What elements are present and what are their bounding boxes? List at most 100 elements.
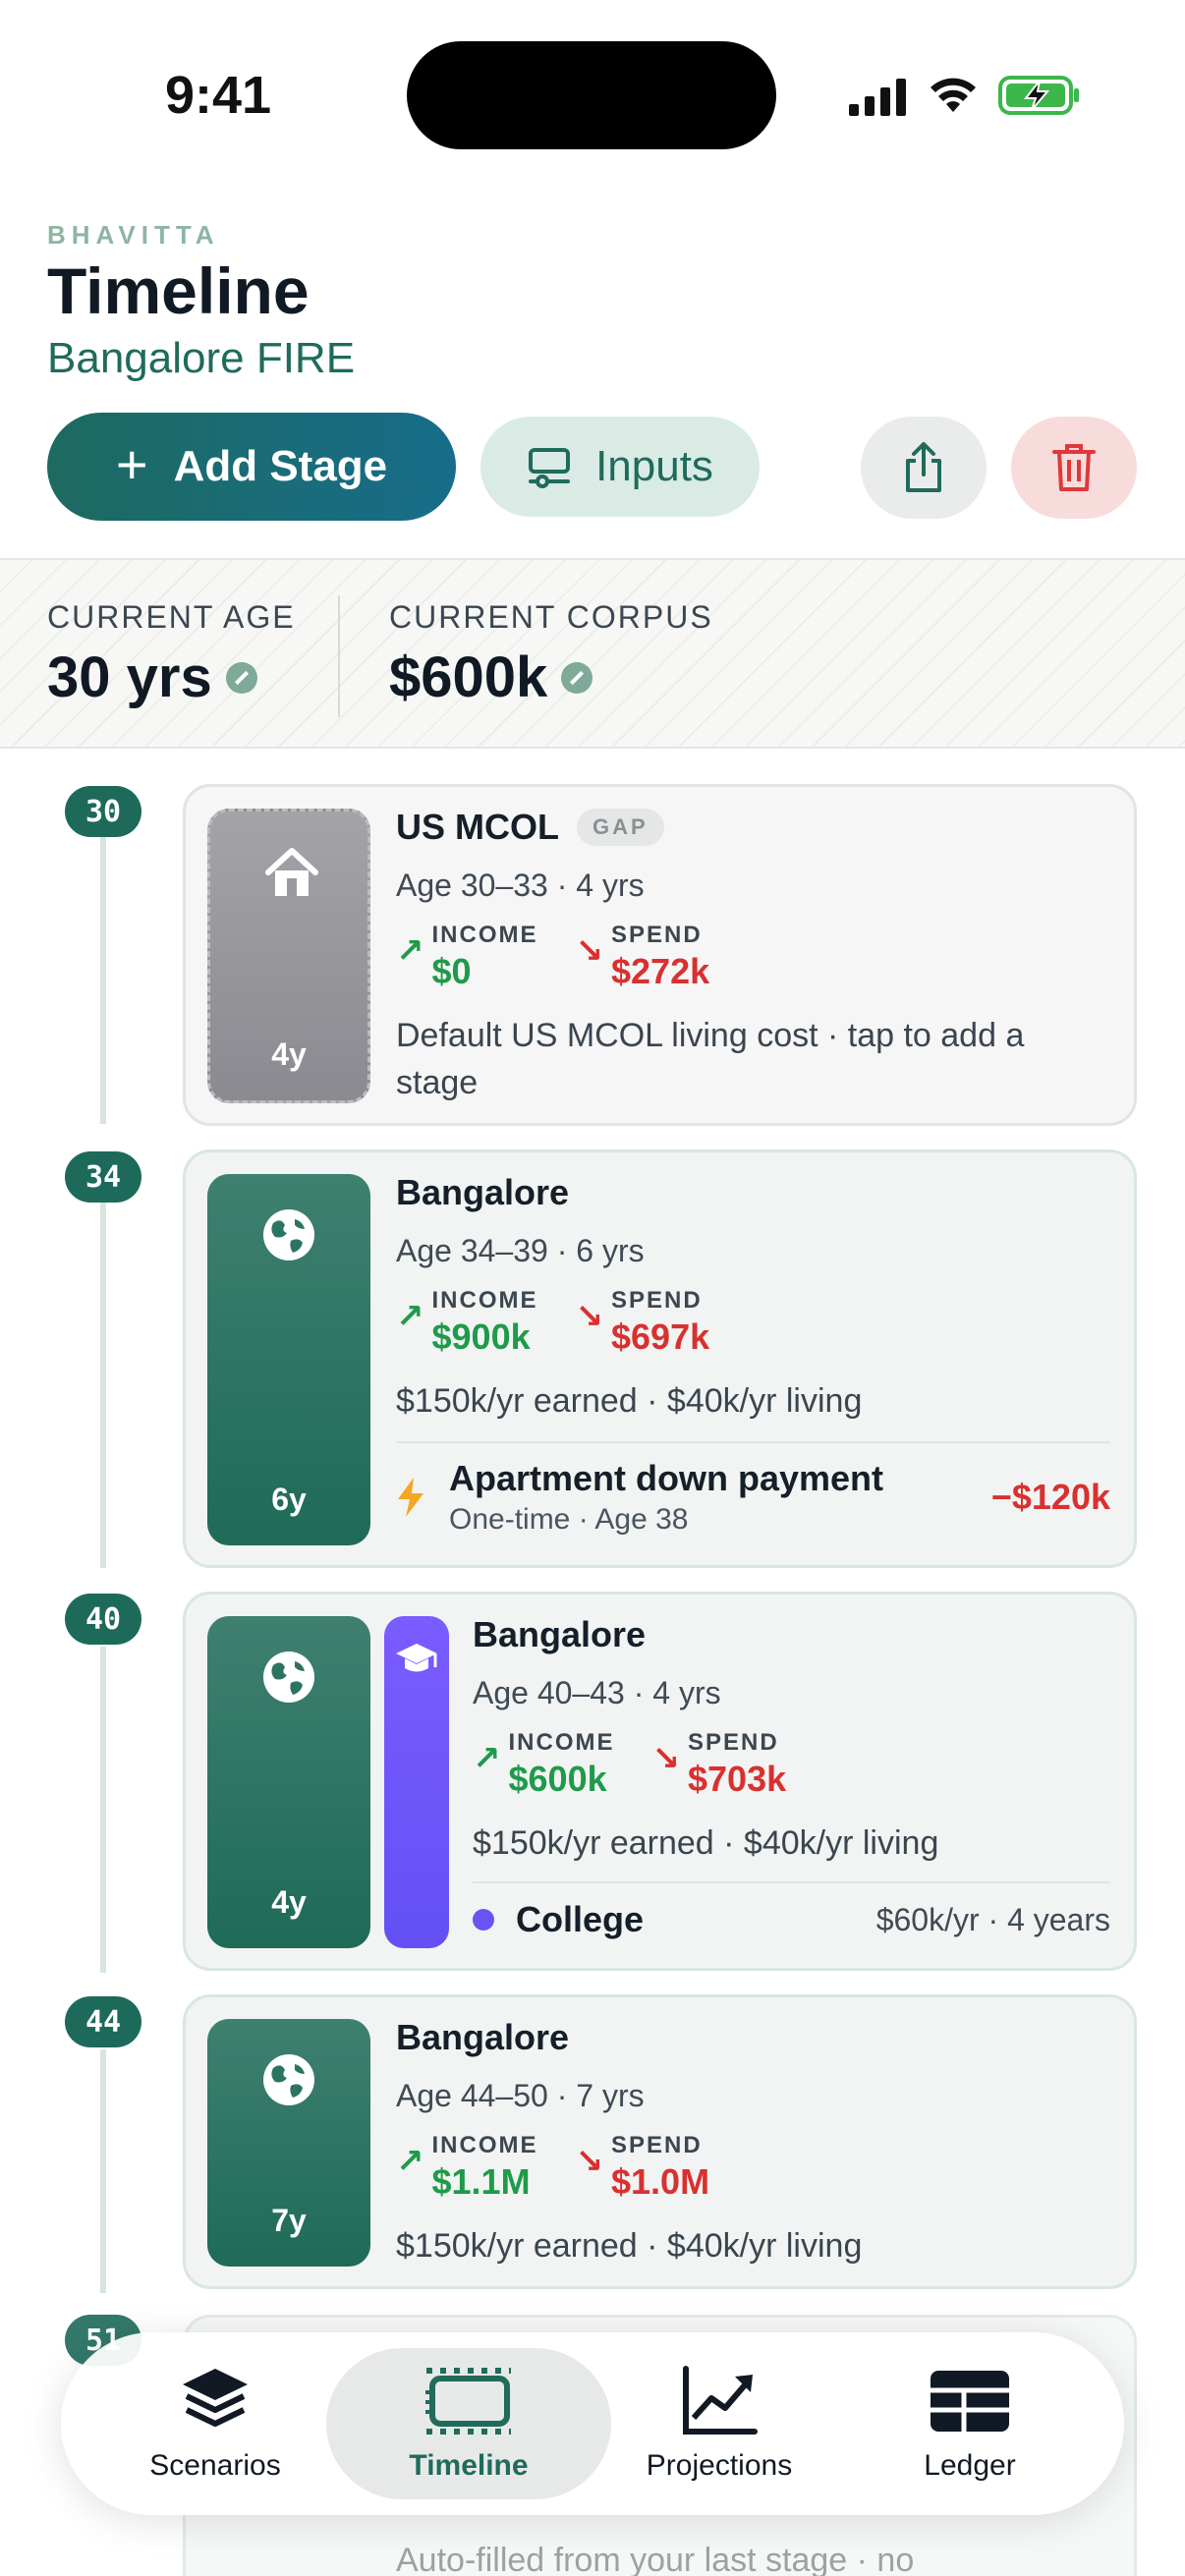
spend-value: $697k [611,1316,710,1357]
stage-duration: 7y [271,2203,307,2238]
timeline-icon [425,2368,511,2435]
timeline-rail [100,2049,106,2293]
stage-description: Auto-filled from your last stage · no [396,2542,915,2576]
stage-age-range: Age 44–50 · 7 yrs [396,2078,645,2113]
stage-description: $150k/yr earned · $40k/yr living [473,1824,939,1862]
gap-badge: GAP [577,809,664,846]
event-amount: −$120k [990,1477,1110,1517]
stage-content: Bangalore Age 34–39 · 6 yrs ↗ INCOME $90… [396,1172,1110,1425]
timeline-rail [100,837,106,1124]
income-label: INCOME [431,2132,538,2158]
stage-content: Bangalore Age 40–43 · 4 yrs ↗ INCOME $60… [473,1614,1110,1867]
wifi-icon [931,78,976,112]
delete-scenario-button[interactable] [1011,417,1137,519]
spend-value: $1.0M [611,2161,710,2202]
spend-value: $703k [688,1759,787,1799]
status-time: 9:41 [165,66,272,125]
event-subtitle: One-time · Age 38 [449,1503,689,1536]
one-time-event-row[interactable]: Apartment down payment One-time · Age 38… [396,1441,1110,1551]
college-dot-icon [473,1909,494,1931]
graduation-cap-icon [396,1644,437,1672]
stage-duration-block: 6y [207,1174,370,1545]
edit-corpus-icon[interactable] [561,661,593,694]
sliders-icon [529,448,571,488]
tab-label: Timeline [409,2449,529,2482]
plus-icon: + [115,432,148,495]
layers-icon [183,2369,248,2427]
stage-name: US MCOL [396,807,559,847]
stage-card[interactable]: 6y Bangalore Age 34–39 · 6 yrs ↗ INCOME … [183,1149,1137,1568]
current-age-stat[interactable]: 30 yrs [47,644,257,710]
add-stage-label: Add Stage [173,442,388,490]
event-meta: $60k/yr · 4 years [875,1901,1110,1937]
bolt-icon [398,1478,423,1517]
income-label: INCOME [431,1287,538,1314]
spend-label: SPEND [688,1729,779,1756]
edit-age-icon[interactable] [225,661,257,694]
scenario-name: Bangalore FIRE [47,334,356,382]
stage-age-range: Age 34–39 · 6 yrs [396,1233,645,1268]
stage-duration-block: 4y [207,1616,370,1948]
spend-label: SPEND [611,1287,703,1314]
globe-icon [263,1209,314,1260]
arrow-up-right-icon: ↗ [473,1740,501,1777]
age-badge: 34 [65,1151,141,1203]
stage-flows: ↗ INCOME $600k ↘ SPEND $703k [473,1729,1110,1802]
stage-duration: 4y [271,1884,307,1920]
income-flow: ↗ INCOME $0 [396,922,538,994]
arrow-down-right-icon: ↘ [575,2143,604,2180]
stage-name-row: US MCOL GAP [396,807,1110,848]
spend-flow: ↘ SPEND $272k [576,922,710,994]
stage-content: Bangalore Age 44–50 · 7 yrs ↗ INCOME $1.… [396,2017,1110,2269]
add-stage-button[interactable]: + Add Stage [47,413,456,521]
table-icon [931,2371,1009,2432]
stage-duration-block: 7y [207,2019,370,2267]
tab-timeline[interactable]: Timeline [343,2332,594,2515]
age-badge: 30 [65,786,141,837]
tab-ledger[interactable]: Ledger [844,2332,1096,2515]
timeline-rail [100,1203,106,1568]
current-corpus-value: $600k [389,645,548,709]
current-age-label: CURRENT AGE [47,599,296,635]
share-button[interactable] [861,417,987,519]
dynamic-island [407,41,776,149]
stage-card[interactable]: 7y Bangalore Age 44–50 · 7 yrs ↗ INCOME … [183,1994,1137,2289]
stage-flows: ↗ INCOME $1.1M ↘ SPEND $1.0M [396,2132,1110,2205]
page-title: Timeline [47,254,310,327]
inputs-button[interactable]: Inputs [480,417,760,517]
stage-flows: ↗ INCOME $900k ↘ SPEND $697k [396,1287,1110,1360]
arrow-down-right-icon: ↘ [575,932,604,970]
arrow-down-right-icon: ↘ [651,1740,681,1777]
income-value: $1.1M [431,2161,531,2202]
stage-duration: 4y [271,1036,307,1072]
spend-label: SPEND [611,922,703,948]
stage-card-gap[interactable]: 4y US MCOL GAP Age 30–33 · 4 yrs ↗ INCOM… [183,784,1137,1126]
battery-charging-icon [998,76,1079,115]
tab-projections[interactable]: Projections [593,2332,845,2515]
stage-card[interactable]: 4y Bangalore Age 40–43 · 4 yrs ↗ INCOME … [183,1592,1137,1971]
app-brand: BHAVITTA [47,220,220,250]
stage-age-range: Age 30–33 · 4 yrs [396,868,645,903]
spend-flow: ↘ SPEND $1.0M [576,2132,710,2205]
event-name: Apartment down payment [449,1458,884,1498]
tab-scenarios[interactable]: Scenarios [89,2332,341,2515]
college-event-row[interactable]: College $60k/yr · 4 years [473,1881,1110,1956]
age-badge: 44 [65,1996,141,2047]
stage-description: $150k/yr earned · $40k/yr living [396,2227,863,2265]
event-text: Apartment down payment One-time · Age 38 [449,1458,883,1537]
timeline-rail [100,1647,106,1973]
current-corpus-stat[interactable]: $600k [389,644,593,710]
current-age-value: 30 yrs [47,645,212,709]
stage-duration: 6y [271,1482,307,1517]
stage-description: $150k/yr earned · $40k/yr living [396,1382,863,1420]
inputs-label: Inputs [595,442,713,490]
college-block [384,1616,449,1948]
stage-age-range: Age 40–43 · 4 yrs [473,1675,721,1710]
income-flow: ↗ INCOME $1.1M [396,2132,538,2205]
income-flow: ↗ INCOME $600k [473,1729,615,1802]
summary-divider [338,595,340,717]
income-label: INCOME [431,922,538,948]
stage-flows: ↗ INCOME $0 ↘ SPEND $272k [396,922,1110,994]
stage-duration-block: 4y [207,809,370,1103]
cellular-signal-icon [849,79,906,116]
